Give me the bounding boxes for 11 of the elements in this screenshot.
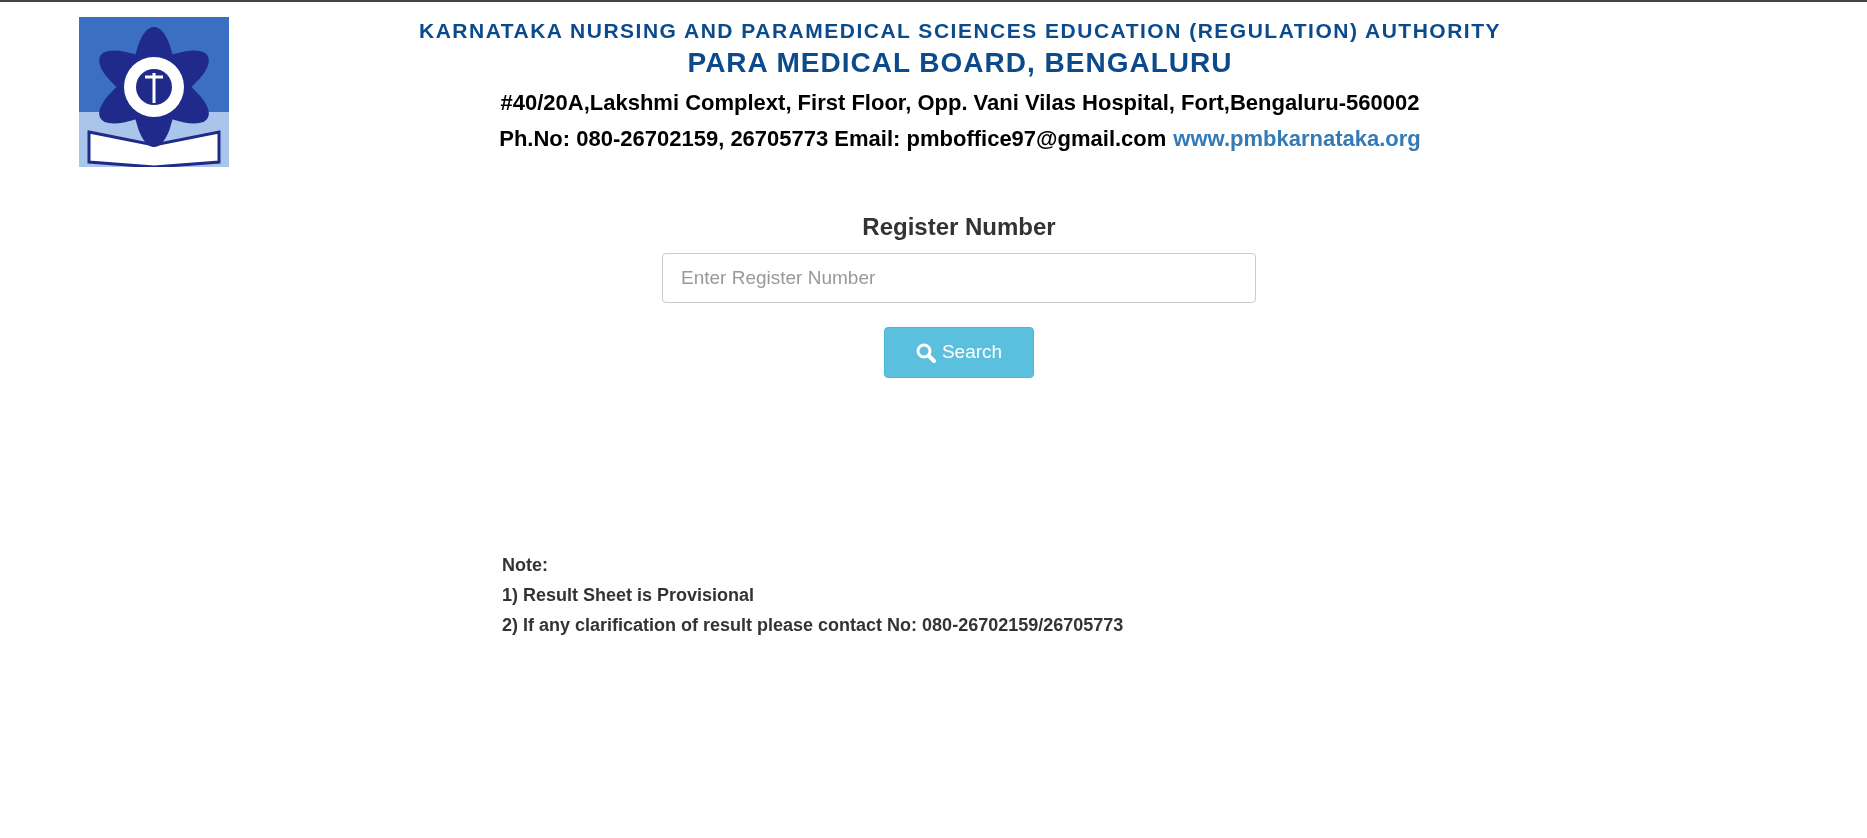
authority-title: KARNATAKA NURSING AND PARAMEDICAL SCIENCES EDUCATION (REGULATION) AUTHORITY bbox=[419, 18, 1501, 44]
website-link[interactable]: www.pmbkarnataka.org bbox=[1173, 121, 1421, 157]
register-number-field[interactable]: Enter Register Number bbox=[662, 253, 1256, 303]
note-title: Note: bbox=[502, 554, 549, 577]
note-text: 2) If any clarification of result please contact No: 080-26702159/26705773 bbox=[502, 614, 1125, 637]
note-text: 1) Result Sheet is Provisional bbox=[502, 584, 756, 607]
contact-text: Ph.No: 080-26702159, 26705773 Email: pmboffice97@gmail.com bbox=[499, 125, 1167, 153]
register-number-heading: Register Number bbox=[862, 212, 1056, 242]
board-title: PARA MEDICAL BOARD, BENGALURU bbox=[687, 46, 1233, 80]
search-icon bbox=[915, 342, 936, 363]
address-text: #40/20A,Lakshmi Complext, First Floor, Opp. Vani Vilas Hospital, Fort,Bengaluru-560002 bbox=[500, 89, 1420, 117]
